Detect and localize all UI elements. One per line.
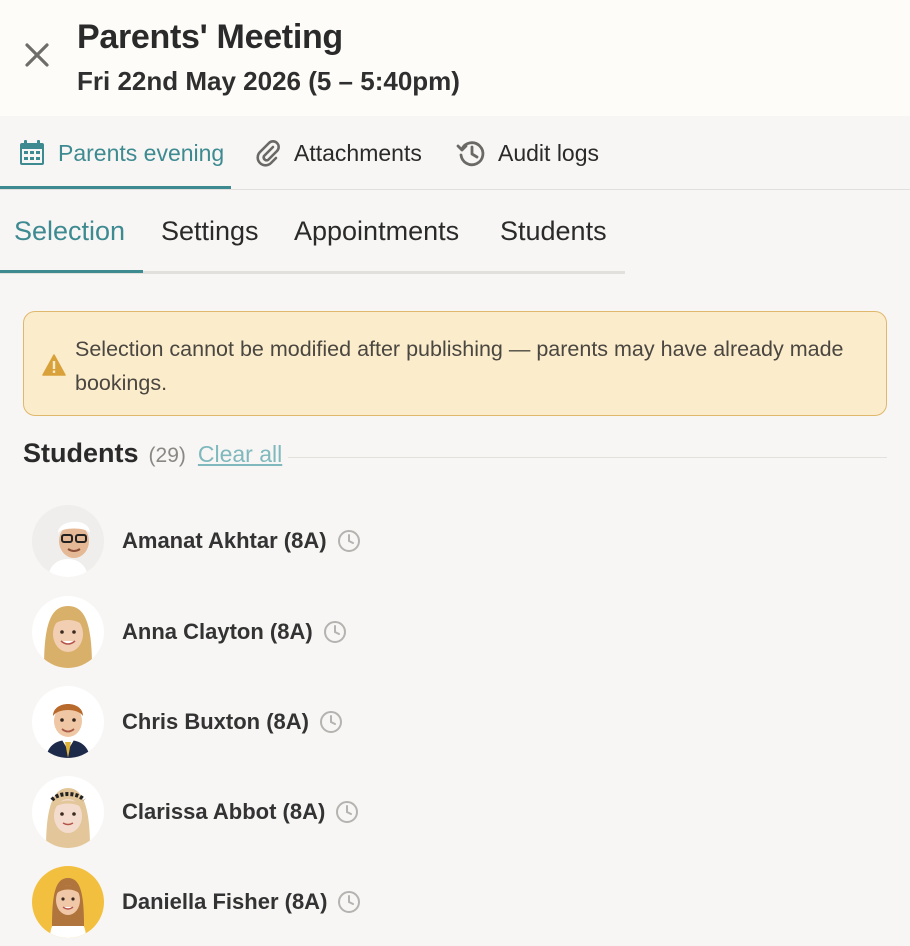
warning-icon bbox=[42, 354, 66, 376]
tab-label: Attachments bbox=[294, 139, 422, 166]
tab-selection[interactable]: Selection bbox=[14, 216, 125, 247]
clock-icon bbox=[323, 621, 346, 643]
tab-audit-logs[interactable]: Audit logs bbox=[456, 116, 599, 190]
divider bbox=[288, 457, 887, 458]
tab-students[interactable]: Students bbox=[500, 216, 607, 247]
clear-all-link[interactable]: Clear all bbox=[198, 441, 282, 468]
avatar bbox=[32, 505, 104, 577]
avatar bbox=[32, 866, 104, 938]
avatar bbox=[32, 686, 104, 758]
tab-label: Audit logs bbox=[498, 139, 600, 166]
warning-alert: Selection cannot be modified after publi… bbox=[23, 311, 887, 416]
dialog-header: Parents' Meeting Fri 22nd May 2026 (5 – … bbox=[0, 0, 910, 116]
student-name: Anna Clayton (8A) bbox=[122, 619, 313, 644]
tab-appointments[interactable]: Appointments bbox=[294, 216, 459, 247]
student-item[interactable]: Amanat Akhtar (8A) bbox=[32, 505, 532, 577]
student-name: Chris Buxton (8A) bbox=[122, 709, 309, 734]
calendar-icon bbox=[20, 140, 44, 165]
students-count: (29) bbox=[148, 444, 186, 467]
clock-icon bbox=[338, 891, 361, 913]
secondary-tabs: Selection Settings Appointments Students bbox=[0, 190, 625, 274]
student-item[interactable]: Clarissa Abbot (8A) bbox=[32, 776, 532, 848]
history-icon bbox=[456, 141, 485, 167]
clock-icon bbox=[320, 711, 342, 733]
page-subtitle: Fri 22nd May 2026 (5 – 5:40pm) bbox=[77, 66, 460, 96]
students-section-header: Students (29) Clear all bbox=[23, 438, 282, 469]
students-title: Students bbox=[23, 438, 139, 468]
student-item[interactable]: Chris Buxton (8A) bbox=[32, 686, 532, 758]
close-icon bbox=[25, 43, 49, 67]
tab-label: Parents evening bbox=[58, 139, 225, 166]
active-subtab-indicator bbox=[0, 270, 143, 273]
avatar bbox=[32, 596, 104, 668]
alert-message: Selection cannot be modified after publi… bbox=[75, 337, 844, 395]
primary-tabs: Parents evening Attachments Audit logs bbox=[0, 116, 910, 190]
page-title: Parents' Meeting bbox=[77, 18, 343, 56]
student-name: Amanat Akhtar (8A) bbox=[122, 528, 327, 553]
student-item[interactable]: Anna Clayton (8A) bbox=[32, 596, 532, 668]
student-name: Clarissa Abbot (8A) bbox=[122, 799, 326, 824]
clock-icon bbox=[336, 801, 359, 823]
tab-parents-evening[interactable]: Parents evening bbox=[18, 116, 224, 190]
student-name: Daniella Fisher (8A) bbox=[122, 889, 328, 914]
avatar bbox=[32, 776, 104, 848]
tab-settings[interactable]: Settings bbox=[161, 216, 259, 247]
paperclip-icon bbox=[256, 140, 280, 167]
close-button[interactable] bbox=[22, 40, 52, 70]
clock-icon bbox=[337, 530, 360, 552]
student-item[interactable]: Daniella Fisher (8A) bbox=[32, 866, 532, 938]
tab-attachments[interactable]: Attachments bbox=[254, 116, 422, 190]
active-tab-indicator bbox=[0, 186, 231, 189]
